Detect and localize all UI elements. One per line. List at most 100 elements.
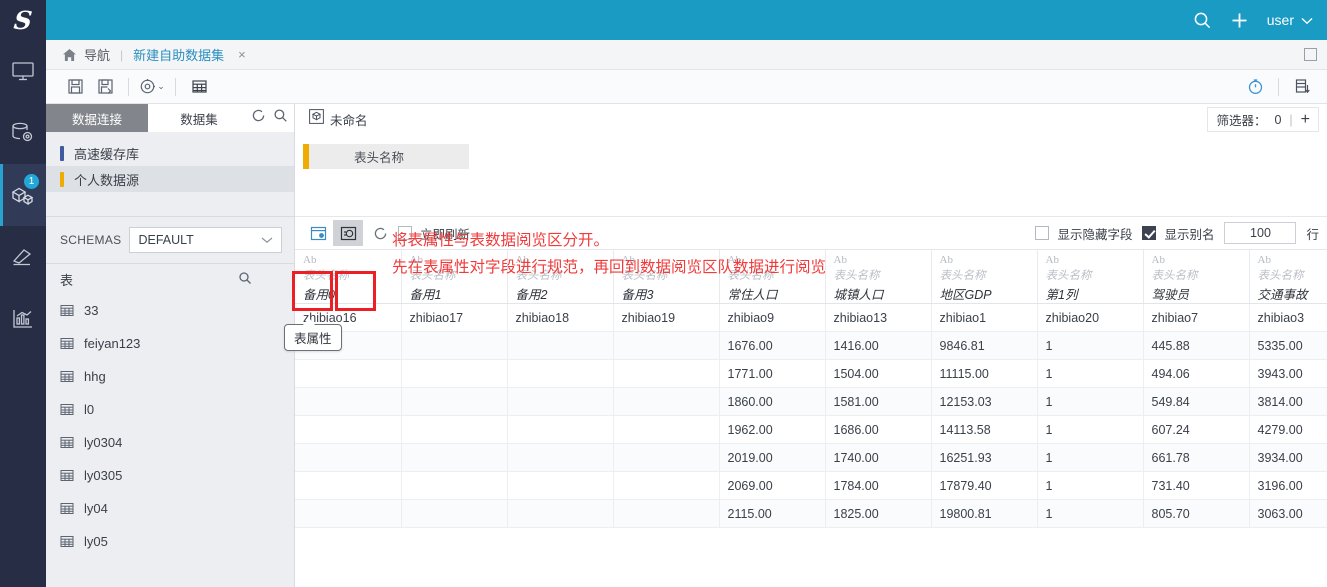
cell <box>507 472 613 500</box>
filter-label: 筛选器： <box>1216 110 1266 129</box>
column-header-6[interactable]: Ab 表头名称 地区GDP <box>931 250 1037 304</box>
rail-item-analytics[interactable] <box>0 288 46 350</box>
cell: 12153.03 <box>931 388 1037 416</box>
table-row[interactable]: 1771.00 1504.00 11115.00 1 494.06 3943.0… <box>295 360 1327 388</box>
cell: 661.78 <box>1143 444 1249 472</box>
chevron-down-icon <box>1301 12 1313 28</box>
header-sub: 表头名称 <box>834 267 931 283</box>
timer-icon[interactable] <box>1240 75 1270 99</box>
column-header-9[interactable]: Ab 表头名称 交通事故 <box>1249 250 1327 304</box>
rail-item-dataset[interactable]: 1 <box>0 164 46 226</box>
rail-item-datasource[interactable] <box>0 102 46 164</box>
cell <box>295 416 401 444</box>
schemas-select[interactable]: DEFAULT <box>129 227 282 253</box>
rows-count-input[interactable] <box>1224 222 1296 244</box>
maximize-icon[interactable] <box>1304 48 1317 61</box>
cell <box>295 388 401 416</box>
rail-item-build[interactable] <box>0 226 46 288</box>
search-icon[interactable] <box>273 108 288 128</box>
cell: 3943.00 <box>1249 360 1327 388</box>
refresh-circle-icon[interactable] <box>373 226 388 241</box>
save-icon[interactable] <box>60 75 90 99</box>
table-row[interactable]: 2069.00 1784.00 17879.40 1 731.40 3196.0… <box>295 472 1327 500</box>
filter-count: 0 <box>1274 113 1281 127</box>
table-item-ly05[interactable]: ly05 <box>46 525 294 558</box>
cell: 445.88 <box>1143 332 1249 360</box>
column-header-7[interactable]: Ab 表头名称 第1列 <box>1037 250 1143 304</box>
cell: 1860.00 <box>719 388 825 416</box>
tab-data-connection[interactable]: 数据连接 <box>46 104 148 132</box>
tab-dataset[interactable]: 数据集 <box>148 104 250 132</box>
table-item-l0[interactable]: l0 <box>46 393 294 426</box>
tables-label: 表 <box>60 270 73 289</box>
data-grid[interactable]: Ab 表头名称 备用0 Ab 表头名称 备用1 Ab 表头名称 备用2 <box>295 250 1327 528</box>
cell <box>613 416 719 444</box>
table-row[interactable]: 1676.00 1416.00 9846.81 1 445.88 5335.00 <box>295 332 1327 360</box>
table-item-33[interactable]: 33 <box>46 294 294 327</box>
table-row[interactable]: 2115.00 1825.00 19800.81 1 805.70 3063.0… <box>295 500 1327 528</box>
export-icon[interactable] <box>1287 75 1317 99</box>
table-label: hhg <box>84 369 106 384</box>
nav-label[interactable]: 导航 <box>84 45 110 64</box>
cell <box>401 360 507 388</box>
search-icon[interactable] <box>1193 11 1212 30</box>
table-item-ly0304[interactable]: ly0304 <box>46 426 294 459</box>
search-icon[interactable] <box>238 271 252 288</box>
settings-icon[interactable]: ⌄ <box>137 75 167 99</box>
left-panel: 数据连接 数据集 高速缓存库 <box>46 104 295 587</box>
cell <box>401 416 507 444</box>
rail-item-monitor[interactable] <box>0 40 46 102</box>
add-filter-button[interactable]: + <box>1301 112 1310 128</box>
cell <box>613 360 719 388</box>
table-label: ly0304 <box>84 435 122 450</box>
cell: 1740.00 <box>825 444 931 472</box>
save-as-icon[interactable] <box>90 75 120 99</box>
table-row[interactable]: zhibiao16 zhibiao17 zhibiao18 zhibiao19 … <box>295 304 1327 332</box>
table-item-ly04[interactable]: ly04 <box>46 492 294 525</box>
table-item-hhg[interactable]: hhg <box>46 360 294 393</box>
connection-item-personal[interactable]: 个人数据源 <box>46 166 294 192</box>
app-logo[interactable]: S <box>0 0 46 40</box>
show-alias-checkbox[interactable]: 显示别名 <box>1142 224 1214 243</box>
column-header-8[interactable]: Ab 表头名称 驾驶员 <box>1143 250 1249 304</box>
grid-icon[interactable] <box>184 75 214 99</box>
type-tag: Ab <box>1046 254 1143 266</box>
table-properties-button[interactable] <box>303 220 333 246</box>
column-header-0[interactable]: Ab 表头名称 备用0 <box>295 250 401 304</box>
checkbox-box[interactable] <box>1035 226 1049 240</box>
column-name: 城镇人口 <box>834 284 931 303</box>
home-icon[interactable] <box>62 48 77 62</box>
cell: 1 <box>1037 332 1143 360</box>
left-panel-tab-icons <box>251 104 288 132</box>
cell: 1825.00 <box>825 500 931 528</box>
chevron-down-icon[interactable]: ⌄ <box>157 81 165 92</box>
table-row[interactable]: 1860.00 1581.00 12153.03 1 549.84 3814.0… <box>295 388 1327 416</box>
schemas-value: DEFAULT <box>138 233 193 247</box>
cell: 19800.81 <box>931 500 1037 528</box>
close-icon[interactable]: × <box>238 47 246 62</box>
table-item-feiyan123[interactable]: feiyan123 <box>46 327 294 360</box>
show-hidden-fields-checkbox[interactable]: 显示隐藏字段 <box>1035 224 1132 243</box>
data-preview-button[interactable] <box>333 220 363 246</box>
column-name: 备用0 <box>303 284 401 303</box>
refresh-icon[interactable] <box>251 108 266 128</box>
connection-item-cache[interactable]: 高速缓存库 <box>46 140 294 166</box>
plus-icon[interactable] <box>1230 11 1249 30</box>
rows-unit-label: 行 <box>1306 224 1319 243</box>
checkbox-box[interactable] <box>1142 226 1156 240</box>
cell: 2019.00 <box>719 444 825 472</box>
cell: zhibiao19 <box>613 304 719 332</box>
tab-new-dataset[interactable]: 新建自助数据集 <box>133 45 224 64</box>
table-row[interactable]: 2019.00 1740.00 16251.93 1 661.78 3934.0… <box>295 444 1327 472</box>
cube-icon <box>309 109 324 129</box>
filter-box[interactable]: 筛选器： 0 | + <box>1207 107 1319 132</box>
cell: 4279.00 <box>1249 416 1327 444</box>
user-menu[interactable]: user <box>1267 12 1313 28</box>
column-header-5[interactable]: Ab 表头名称 城镇人口 <box>825 250 931 304</box>
field-drop-zone[interactable]: 表头名称 <box>295 134 1327 216</box>
connection-color-bar <box>60 146 64 161</box>
table-row[interactable]: 1962.00 1686.00 14113.58 1 607.24 4279.0… <box>295 416 1327 444</box>
cell: 1 <box>1037 416 1143 444</box>
table-item-ly0305[interactable]: ly0305 <box>46 459 294 492</box>
field-chip[interactable]: 表头名称 <box>303 144 469 169</box>
